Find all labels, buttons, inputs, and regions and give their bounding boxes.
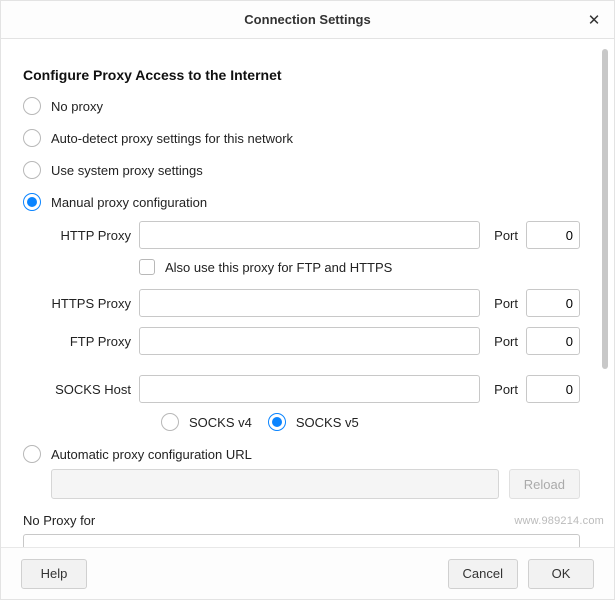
content-wrap: Configure Proxy Access to the Internet N… — [1, 39, 614, 547]
socks-port-input[interactable] — [526, 375, 580, 403]
radio-icon[interactable] — [23, 129, 41, 147]
https-proxy-port-input[interactable] — [526, 289, 580, 317]
option-no-proxy[interactable]: No proxy — [23, 97, 580, 115]
socks-host-input[interactable] — [139, 375, 480, 403]
http-proxy-host-input[interactable] — [139, 221, 480, 249]
dialog-title: Connection Settings — [244, 12, 370, 27]
titlebar: Connection Settings ✕ — [1, 1, 614, 39]
radio-icon[interactable] — [23, 445, 41, 463]
option-system-proxy[interactable]: Use system proxy settings — [23, 161, 580, 179]
vertical-scrollbar[interactable] — [602, 49, 608, 537]
connection-settings-dialog: Connection Settings ✕ Configure Proxy Ac… — [0, 0, 615, 600]
http-proxy-row: HTTP Proxy Port — [45, 221, 580, 249]
share-proxy-label: Also use this proxy for FTP and HTTPS — [165, 260, 392, 275]
radio-icon[interactable] — [23, 161, 41, 179]
socks-v4-option[interactable]: SOCKS v4 — [161, 413, 252, 431]
ftp-proxy-host-input[interactable] — [139, 327, 480, 355]
option-label: Manual proxy configuration — [51, 195, 207, 210]
share-proxy-row[interactable]: Also use this proxy for FTP and HTTPS — [45, 259, 580, 275]
https-proxy-row: HTTPS Proxy Port — [45, 289, 580, 317]
option-label: No proxy — [51, 99, 103, 114]
port-label: Port — [494, 382, 518, 397]
https-proxy-host-input[interactable] — [139, 289, 480, 317]
http-proxy-label: HTTP Proxy — [45, 228, 131, 243]
auto-config-url-block: Reload — [23, 469, 580, 499]
content: Configure Proxy Access to the Internet N… — [1, 39, 602, 547]
socks-v5-label: SOCKS v5 — [296, 415, 359, 430]
no-proxy-for-label: No Proxy for — [23, 513, 580, 528]
option-manual-proxy[interactable]: Manual proxy configuration — [23, 193, 580, 211]
option-auto-config-url[interactable]: Automatic proxy configuration URL — [23, 445, 580, 463]
cancel-button[interactable]: Cancel — [448, 559, 518, 589]
port-label: Port — [494, 296, 518, 311]
section-heading: Configure Proxy Access to the Internet — [23, 67, 580, 83]
reload-button: Reload — [509, 469, 580, 499]
manual-proxy-fields: HTTP Proxy Port Also use this proxy for … — [23, 221, 580, 431]
ftp-proxy-label: FTP Proxy — [45, 334, 131, 349]
https-proxy-label: HTTPS Proxy — [45, 296, 131, 311]
socks-v5-option[interactable]: SOCKS v5 — [268, 413, 359, 431]
share-proxy-checkbox[interactable] — [139, 259, 155, 275]
dialog-footer: Help Cancel OK — [1, 547, 614, 599]
radio-icon[interactable] — [161, 413, 179, 431]
radio-icon[interactable] — [268, 413, 286, 431]
no-proxy-for-input[interactable] — [23, 534, 580, 547]
auto-config-url-input — [51, 469, 499, 499]
radio-icon[interactable] — [23, 193, 41, 211]
http-proxy-port-input[interactable] — [526, 221, 580, 249]
radio-icon[interactable] — [23, 97, 41, 115]
ftp-proxy-port-input[interactable] — [526, 327, 580, 355]
option-label: Auto-detect proxy settings for this netw… — [51, 131, 293, 146]
socks-host-row: SOCKS Host Port — [45, 375, 580, 403]
port-label: Port — [494, 334, 518, 349]
option-label: Use system proxy settings — [51, 163, 203, 178]
scrollbar-thumb[interactable] — [602, 49, 608, 369]
socks-version-row: SOCKS v4 SOCKS v5 — [45, 413, 580, 431]
help-button[interactable]: Help — [21, 559, 87, 589]
socks-v4-label: SOCKS v4 — [189, 415, 252, 430]
close-icon[interactable]: ✕ — [586, 12, 602, 28]
socks-host-label: SOCKS Host — [45, 382, 131, 397]
port-label: Port — [494, 228, 518, 243]
ok-button[interactable]: OK — [528, 559, 594, 589]
option-auto-detect[interactable]: Auto-detect proxy settings for this netw… — [23, 129, 580, 147]
option-label: Automatic proxy configuration URL — [51, 447, 252, 462]
ftp-proxy-row: FTP Proxy Port — [45, 327, 580, 355]
